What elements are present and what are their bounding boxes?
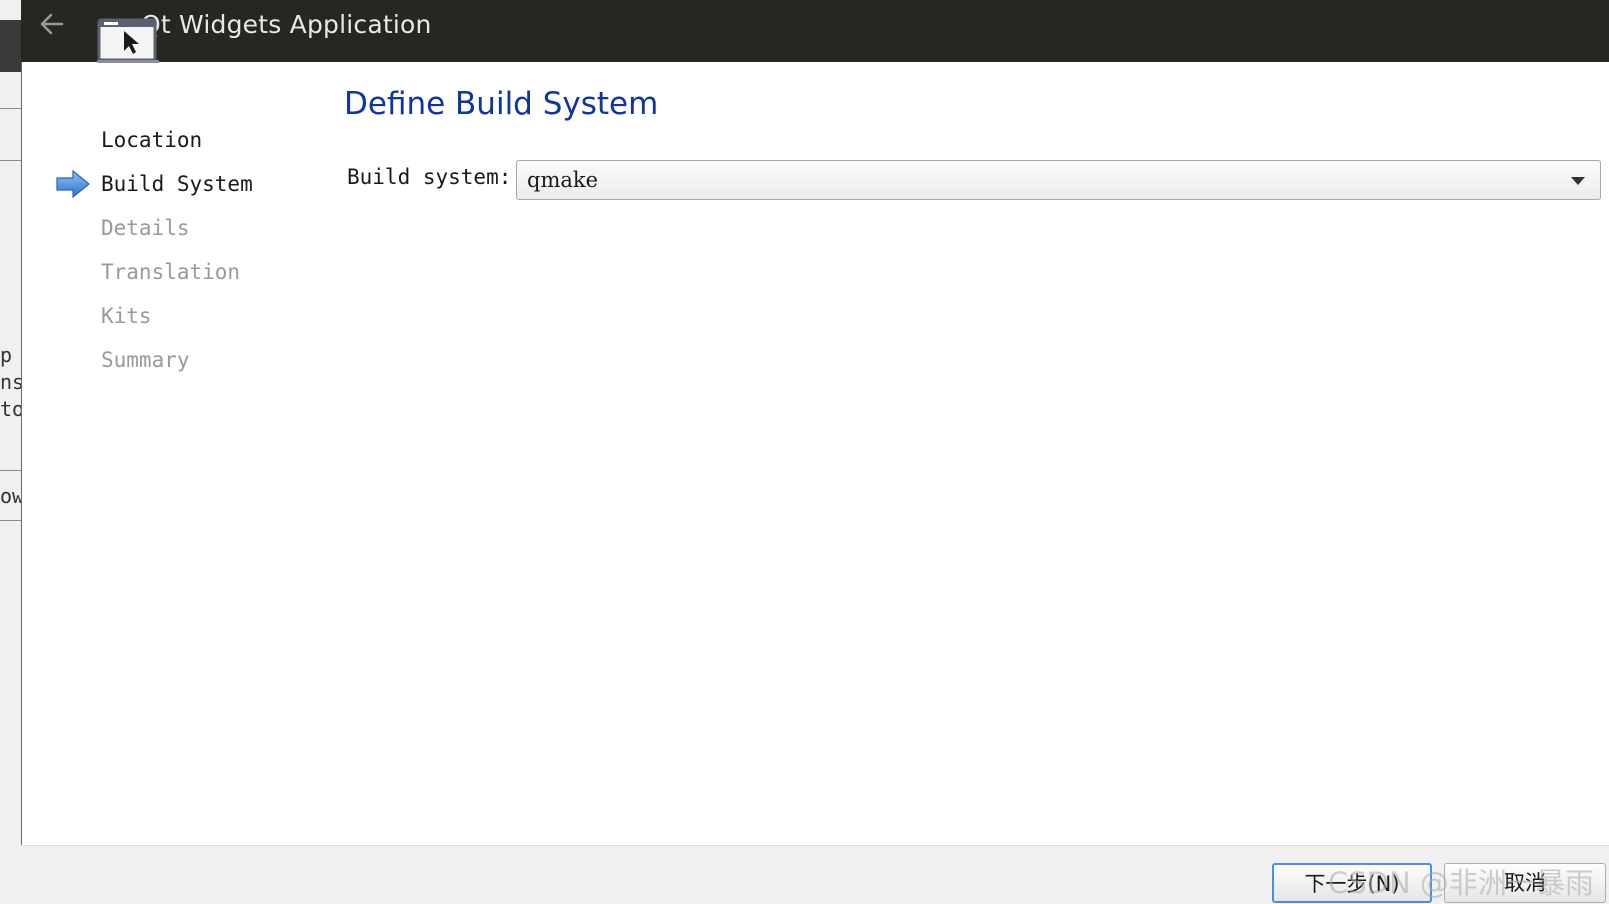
step-label: Kits bbox=[101, 304, 152, 328]
cancel-button[interactable]: 取消 bbox=[1444, 863, 1606, 903]
background-window-edge: p ns to ow bbox=[0, 0, 22, 904]
window-title: Qt Widgets Application bbox=[141, 10, 432, 39]
background-toolbar bbox=[0, 20, 21, 72]
step-translation: Translation bbox=[56, 250, 253, 294]
application-window-icon bbox=[97, 16, 159, 66]
wizard-steps: Location Build System Details Translatio… bbox=[56, 118, 253, 382]
next-button[interactable]: 下一步(N) bbox=[1272, 863, 1432, 903]
build-system-label: Build system: bbox=[347, 165, 512, 189]
step-location: Location bbox=[56, 118, 253, 162]
step-label: Translation bbox=[101, 260, 241, 284]
background-divider bbox=[0, 520, 21, 521]
background-divider bbox=[0, 470, 21, 471]
build-system-value: qmake bbox=[527, 168, 599, 192]
back-button[interactable] bbox=[36, 8, 68, 40]
background-divider bbox=[0, 108, 21, 109]
step-summary: Summary bbox=[56, 338, 253, 382]
step-kits: Kits bbox=[56, 294, 253, 338]
background-text: ns bbox=[0, 370, 22, 394]
step-build-system: Build System bbox=[56, 162, 253, 206]
background-divider bbox=[0, 160, 21, 161]
step-details: Details bbox=[56, 206, 253, 250]
back-arrow-icon bbox=[40, 13, 64, 35]
page-title: Define Build System bbox=[344, 86, 659, 122]
step-label: Location bbox=[101, 128, 203, 152]
step-label: Build System bbox=[101, 172, 253, 196]
step-label: Details bbox=[101, 216, 190, 240]
build-system-dropdown[interactable]: qmake bbox=[516, 160, 1601, 200]
background-text: to bbox=[0, 397, 22, 421]
dialog-title-bar: Qt Widgets Application bbox=[21, 0, 1609, 63]
background-text: p bbox=[0, 343, 13, 367]
step-label: Summary bbox=[101, 348, 190, 372]
background-text: ow bbox=[0, 484, 22, 508]
current-step-arrow-icon bbox=[56, 169, 90, 199]
chevron-down-icon bbox=[1571, 177, 1585, 185]
